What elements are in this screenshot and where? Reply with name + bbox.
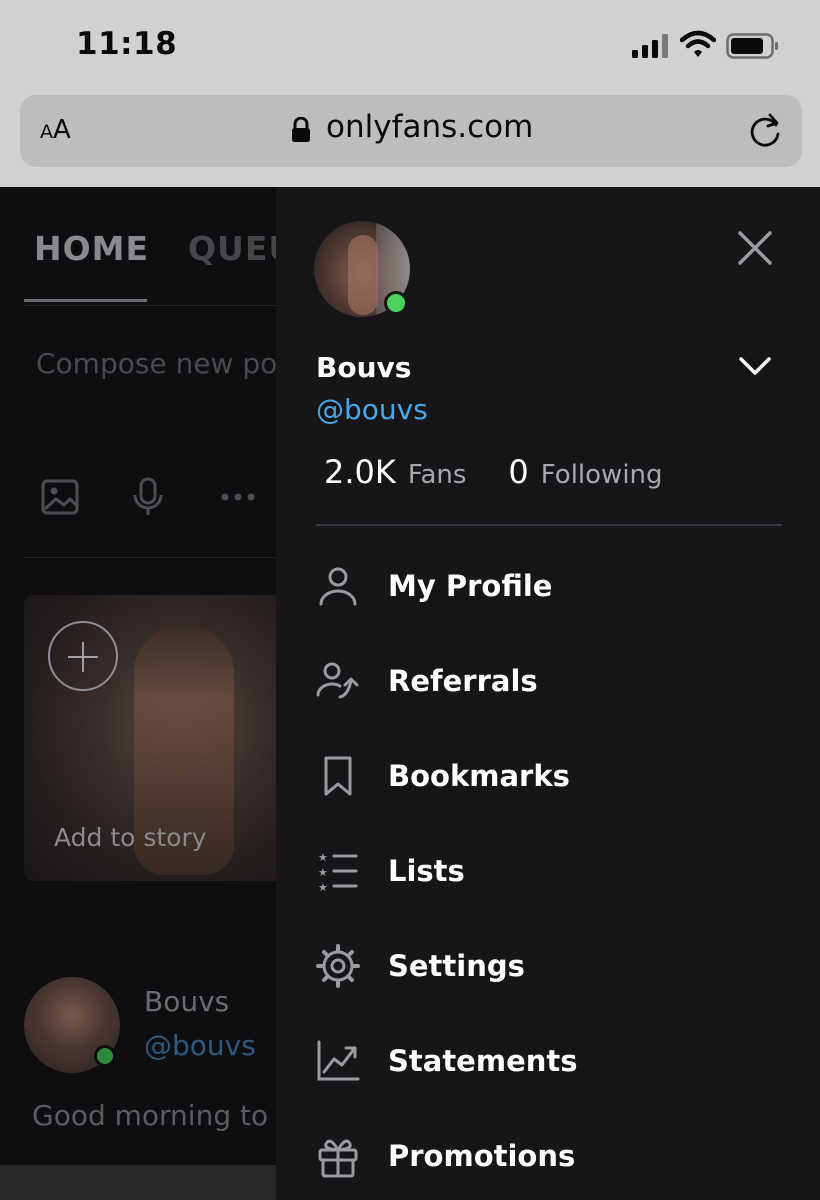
following-label[interactable]: Following (541, 460, 663, 490)
close-icon[interactable] (736, 229, 774, 267)
status-bar: 11:18 (0, 0, 820, 95)
gear-icon (316, 944, 360, 988)
menu-label: Bookmarks (388, 759, 570, 793)
address-bar[interactable]: AA onlyfans.com (20, 95, 802, 167)
drawer-divider (316, 524, 782, 526)
wifi-icon (680, 30, 716, 57)
svg-text:★: ★ (318, 866, 328, 879)
cellular-signal-icon (632, 34, 668, 58)
menu-item-promotions[interactable]: Promotions (316, 1126, 776, 1186)
browser-bar: AA onlyfans.com (0, 95, 820, 187)
clock: 11:18 (76, 26, 178, 62)
post-author-handle[interactable]: @bouvs (144, 1029, 256, 1062)
background-feed: HOME QUEU Compose new po Add to story Bo… (0, 187, 276, 1200)
active-tab-indicator (24, 299, 147, 302)
add-story-card[interactable]: Add to story (24, 595, 276, 881)
svg-text:★: ★ (318, 851, 328, 864)
menu-label: Lists (388, 854, 465, 888)
online-indicator (384, 291, 408, 315)
post-media (0, 1165, 276, 1200)
menu-item-bookmarks[interactable]: Bookmarks (316, 746, 776, 806)
text-size-button[interactable]: AA (40, 115, 71, 145)
profile-stats: 2.0K Fans 0 Following (324, 453, 663, 491)
online-indicator (94, 1045, 116, 1067)
svg-text:★: ★ (318, 881, 328, 893)
more-icon[interactable] (218, 477, 258, 517)
reload-icon[interactable] (748, 111, 784, 149)
microphone-icon[interactable] (128, 477, 168, 517)
chevron-down-icon[interactable] (738, 355, 772, 377)
following-count[interactable]: 0 (508, 453, 528, 491)
menu-label: My Profile (388, 569, 553, 603)
menu-label: Settings (388, 949, 525, 983)
post-text: Good morning to (32, 1099, 269, 1132)
post-author-name[interactable]: Bouvs (144, 985, 229, 1018)
menu-item-my-profile[interactable]: My Profile (316, 556, 776, 616)
menu-item-referrals[interactable]: Referrals (316, 651, 776, 711)
menu-label: Promotions (388, 1139, 576, 1173)
gift-icon (318, 1139, 358, 1178)
image-icon[interactable] (40, 477, 80, 517)
list-icon: ★ ★ ★ (318, 851, 358, 893)
tab-home[interactable]: HOME (34, 229, 149, 268)
plus-icon[interactable] (48, 621, 118, 691)
story-label: Add to story (54, 823, 207, 852)
fans-count[interactable]: 2.0K (324, 453, 396, 491)
referrals-icon (316, 662, 359, 699)
compose-input[interactable]: Compose new po (36, 347, 276, 380)
profile-handle[interactable]: @bouvs (316, 393, 428, 426)
toolbar-divider (24, 557, 276, 558)
tab-divider (24, 305, 276, 306)
url-text: onlyfans.com (326, 109, 534, 145)
bookmark-icon (324, 756, 352, 796)
lock-icon (292, 117, 310, 142)
menu-item-settings[interactable]: Settings (316, 936, 776, 996)
menu-item-statements[interactable]: Statements (316, 1031, 776, 1091)
profile-name: Bouvs (316, 351, 412, 384)
tab-queue[interactable]: QUEU (188, 229, 276, 268)
person-icon (319, 567, 357, 606)
chart-icon (317, 1040, 360, 1081)
menu-label: Referrals (388, 664, 538, 698)
menu-label: Statements (388, 1044, 578, 1078)
fans-label[interactable]: Fans (408, 460, 467, 490)
side-drawer: Bouvs @bouvs 2.0K Fans 0 Following My Pr… (276, 187, 820, 1200)
battery-icon (726, 33, 778, 59)
menu-item-lists[interactable]: ★ ★ ★ Lists (316, 841, 776, 901)
